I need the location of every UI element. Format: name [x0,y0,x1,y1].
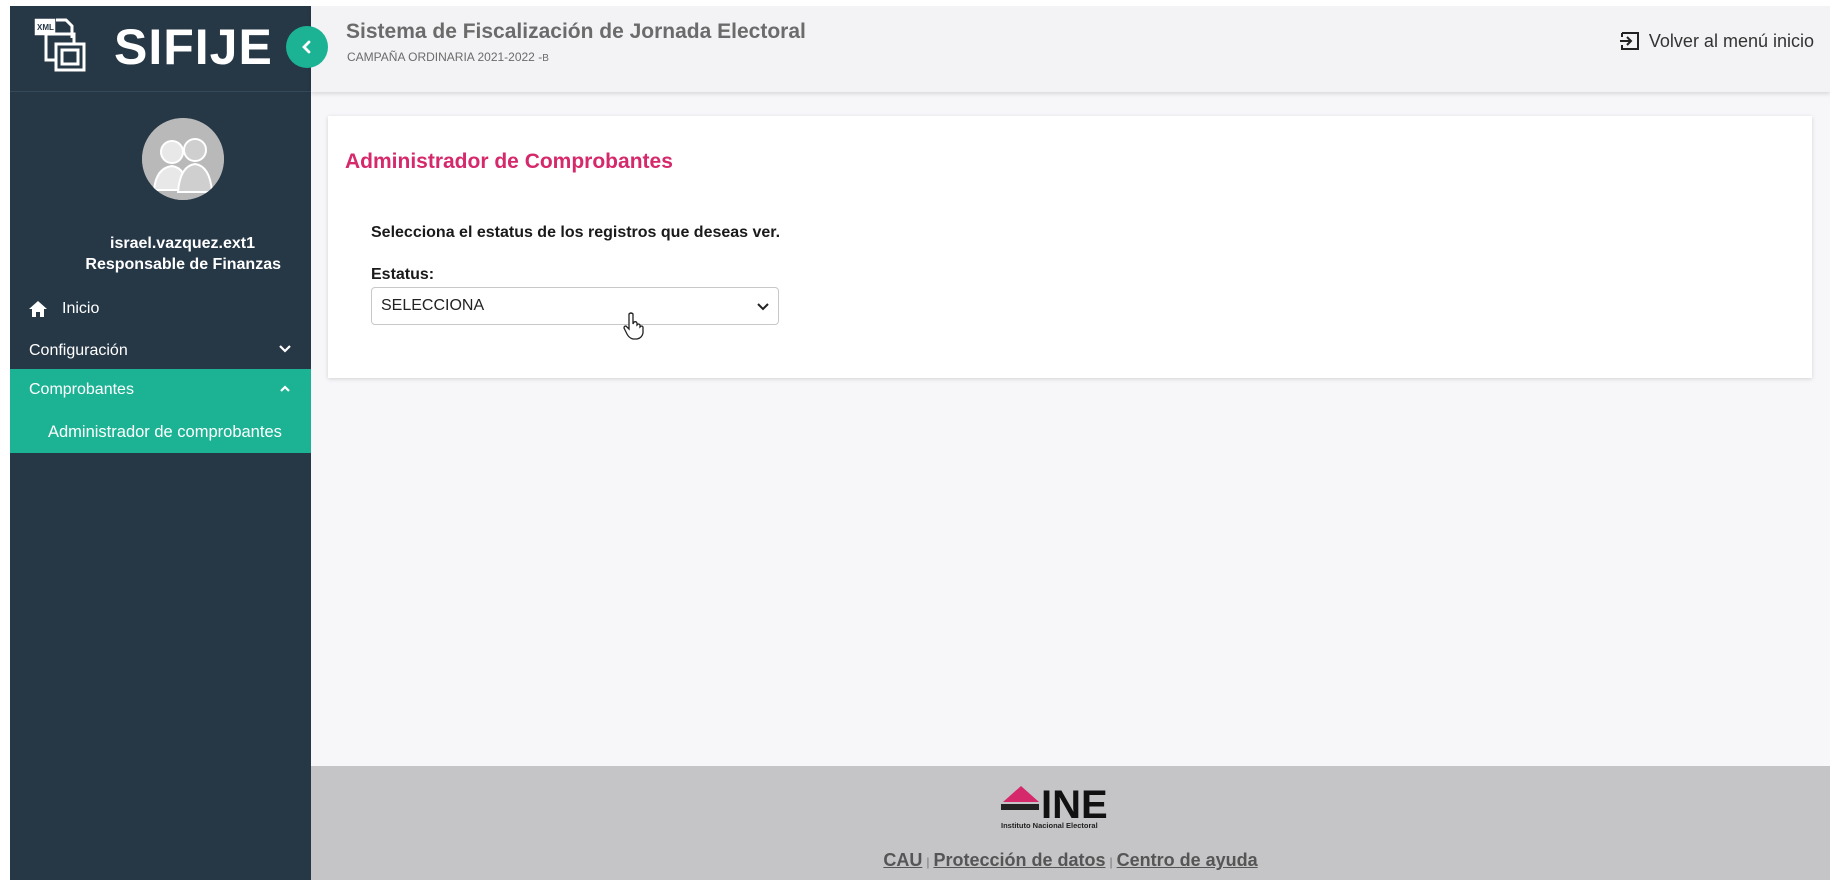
app-logo-text: SIFIJE [114,19,273,75]
sidebar-subitem-administrador-comprobantes[interactable]: Administrador de comprobantes [10,411,311,453]
back-link-label: Volver al menú inicio [1648,30,1814,51]
hand-pointer-cursor-icon [623,312,644,340]
logo-area: XML SIFIJE [10,6,311,92]
user-avatar [142,118,224,200]
footer-link-cau[interactable]: CAU [883,850,922,870]
page-header-title: Sistema de Fiscalización de Jornada Elec… [346,20,806,43]
sidebar-item-label: Comprobantes [29,381,134,398]
xml-badge: XML [37,23,54,32]
top-header: Sistema de Fiscalización de Jornada Elec… [311,6,1830,92]
home-icon [29,301,47,317]
user-name: israel.vazquez.ext1 [110,235,255,252]
comprobantes-card: Administrador de Comprobantes Selecciona… [328,116,1812,378]
app-frame: XML SIFIJE israel.vazquez.ext1 Responsab… [10,6,1830,880]
exit-to-app-icon [1619,32,1639,50]
chevron-up-icon [280,385,290,392]
footer-separator: | [926,855,930,869]
chevron-left-icon [302,40,311,54]
chevron-down-icon [279,345,291,353]
sidebar-item-label: Inicio [62,300,100,317]
ine-caption: Instituto Nacional Electoral [1001,821,1098,830]
campaign-name: CAMPAÑA ORDINARIA 2021-2022 - [347,50,543,64]
user-role: Responsable de Finanzas [85,256,281,273]
card-title: Administrador de Comprobantes [345,150,673,173]
xml-files-icon: XML [33,17,86,72]
footer-link-proteccion-datos[interactable]: Protección de datos [933,850,1105,870]
footer-separator: | [1109,855,1113,869]
sidebar-item-label: Configuración [29,342,128,359]
status-select[interactable]: SELECCIONA [371,287,779,325]
chevron-down-icon [757,303,769,311]
back-to-menu-link[interactable]: Volver al menú inicio [1619,30,1814,52]
sidebar-item-comprobantes[interactable]: Comprobantes [10,369,311,411]
users-avatar-icon [142,118,224,200]
page-footer: INE Instituto Nacional Electoral CAU | Pro… [311,766,1830,880]
sidebar-item-label: Administrador de comprobantes [48,422,282,441]
status-select-value: SELECCIONA [381,297,485,314]
sidebar: XML SIFIJE israel.vazquez.ext1 Responsab… [10,6,311,880]
collapse-sidebar-button[interactable] [286,26,328,68]
campaign-suffix: B [542,53,549,64]
campaign-subtitle: CAMPAÑA ORDINARIA 2021-2022 -B [347,50,549,64]
footer-link-centro-ayuda[interactable]: Centro de ayuda [1117,850,1258,870]
instruction-text: Selecciona el estatus de los registros q… [371,224,781,241]
footer-links: CAU | Protección de datos | Centro de ayuda [311,850,1830,871]
sidebar-item-inicio[interactable]: Inicio [10,288,311,330]
status-label: Estatus: [371,266,435,283]
sidebar-item-configuracion[interactable]: Configuración [10,330,311,372]
